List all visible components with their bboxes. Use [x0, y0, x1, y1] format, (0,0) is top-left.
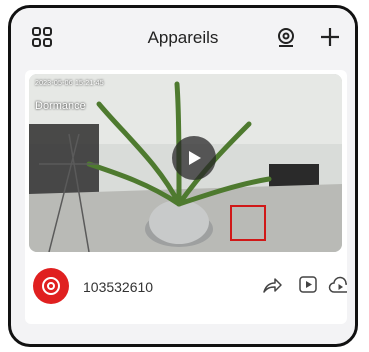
status-label: Dormance	[35, 100, 86, 112]
cloud-play-icon	[328, 276, 347, 293]
add-icon[interactable]	[317, 24, 343, 50]
play-button[interactable]	[172, 136, 216, 180]
timestamp: 2023-05-06 15:21:45	[35, 80, 104, 87]
cloud-play-button[interactable]	[325, 270, 347, 300]
play-icon	[189, 151, 201, 165]
page-title: Appareils	[147, 28, 219, 47]
device-card[interactable]: 2023-05-06 15:21:45 Dormance 103532610	[25, 70, 347, 324]
device-name: 103532610	[83, 279, 154, 295]
scan-icon[interactable]	[273, 24, 299, 50]
share-icon	[263, 278, 282, 293]
device-footer: 103532610	[25, 256, 347, 322]
camera-preview[interactable]: 2023-05-06 15:21:45 Dormance	[29, 74, 342, 252]
share-button[interactable]	[257, 270, 287, 300]
share-highlight-box	[230, 205, 266, 241]
app-frame: Appareils 2023-05-06 15:21:45 Dormance 1…	[8, 5, 358, 347]
device-logo-icon	[33, 268, 69, 304]
playback-button[interactable]	[293, 270, 323, 300]
playback-icon	[299, 276, 317, 293]
header-bar: Appareils	[11, 8, 355, 66]
